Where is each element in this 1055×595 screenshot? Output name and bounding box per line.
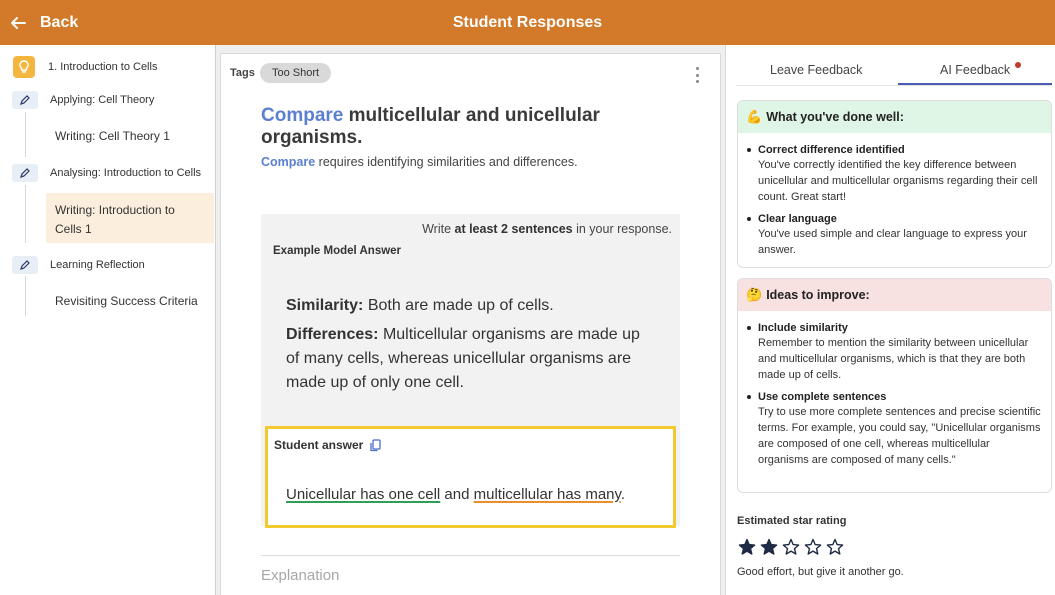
instruction: Write at least 2 sentences in your respo… <box>422 222 672 236</box>
sidebar-item-label: 1. Introduction to Cells <box>48 61 158 73</box>
sidebar-item-label: Writing: Introduction to <box>55 203 175 217</box>
student-answer-header: Student answer <box>274 438 382 452</box>
active-tab-indicator <box>898 83 1052 85</box>
example-answer-label: Example Model Answer <box>273 245 402 257</box>
command-text: requires identifying similarities and di… <box>318 155 578 169</box>
tree-rail <box>25 185 26 243</box>
list-item: Include similarity Remember to mention t… <box>746 321 1043 383</box>
response-panel: Tags Too Short Compare multicellular and… <box>216 45 725 595</box>
lightbulb-icon <box>13 56 35 78</box>
rating-label: Estimated star rating <box>737 515 847 527</box>
arrow-left-icon <box>11 16 26 29</box>
flexed-biceps-icon: 💪 <box>746 109 763 124</box>
sidebar-item-label: Applying: Cell Theory <box>50 94 155 106</box>
sidebar-item-label: Revisiting Success Criteria <box>55 294 198 308</box>
feedback-item-title: Use complete sentences <box>758 391 887 403</box>
pencil-icon <box>12 256 38 274</box>
tags-label: Tags <box>230 67 255 79</box>
list-item: Correct difference identified You've cor… <box>746 143 1043 205</box>
example-similarity: Similarity: Both are made up of cells. <box>286 294 656 318</box>
instruction-text: in your response. <box>576 222 672 236</box>
feedback-panel: Leave Feedback AI Feedback 💪 What you've… <box>725 45 1055 595</box>
sidebar: 1. Introduction to Cells Applying: Cell … <box>0 45 216 595</box>
feedback-item-text: Try to use more complete sentences and p… <box>758 406 1041 466</box>
sidebar-item-introduction-to-cells[interactable]: 1. Introduction to Cells <box>0 56 215 78</box>
example-differences: Differences: Multicellular organisms are… <box>286 323 656 395</box>
done-well-card: 💪 What you've done well: Correct differe… <box>737 100 1052 268</box>
page-title: Student Responses <box>452 13 603 31</box>
student-answer-text: Unicellular has one cell and multicellul… <box>286 486 625 503</box>
ideas-to-improve-list: Include similarity Remember to mention t… <box>738 311 1051 468</box>
back-button[interactable]: Back <box>10 0 78 45</box>
sidebar-item-label: Cells 1 <box>55 222 92 236</box>
list-item: Clear language You've used simple and cl… <box>746 212 1043 258</box>
star-empty-icon[interactable] <box>782 538 800 556</box>
star-filled-icon[interactable] <box>760 538 778 556</box>
sidebar-item-writing-cell-theory-1[interactable]: Writing: Cell Theory 1 <box>0 127 215 145</box>
ideas-to-improve-card: 🤔 Ideas to improve: Include similarity R… <box>737 278 1052 493</box>
answer-highlight-green[interactable]: Unicellular has one cell <box>286 486 440 503</box>
student-answer-label: Student answer <box>274 438 364 452</box>
command-keyword[interactable]: Compare <box>261 155 315 169</box>
more-options-icon[interactable] <box>694 67 700 83</box>
tab-leave-feedback[interactable]: Leave Feedback <box>770 63 862 77</box>
sidebar-item-analysing-introduction-to-cells[interactable]: Analysing: Introduction to Cells <box>0 164 215 182</box>
question-keyword: Compare <box>261 105 344 126</box>
command-term-hint: Compare requires identifying similaritie… <box>261 155 578 169</box>
question-title: Compare multicellular and unicellular or… <box>261 105 661 149</box>
back-label: Back <box>40 13 79 31</box>
similarity-label: Similarity: <box>286 297 364 314</box>
instruction-bold: at least 2 sentences <box>454 222 573 236</box>
answer-end: . <box>620 486 626 503</box>
copy-icon[interactable] <box>369 438 382 452</box>
rating-message: Good effort, but give it another go. <box>737 566 904 578</box>
ideas-to-improve-heading: Ideas to improve: <box>766 288 870 302</box>
notification-dot <box>1015 62 1021 68</box>
sidebar-item-writing-introduction-to-cells-1[interactable]: Writing: Introduction to Cells 1 <box>46 193 214 243</box>
done-well-list: Correct difference identified You've cor… <box>738 133 1051 258</box>
feedback-item-title: Include similarity <box>758 322 848 334</box>
thinking-face-icon: 🤔 <box>746 287 763 302</box>
sidebar-item-label: Analysing: Introduction to Cells <box>50 167 202 179</box>
answer-join: and <box>444 486 470 503</box>
done-well-header: 💪 What you've done well: <box>738 101 1051 133</box>
sidebar-item-learning-reflection[interactable]: Learning Reflection <box>0 256 215 274</box>
explanation-label: Explanation <box>261 567 340 584</box>
instruction-text: Write <box>422 222 452 236</box>
feedback-item-title: Clear language <box>758 213 837 225</box>
sidebar-item-label: Writing: Cell Theory 1 <box>55 129 170 143</box>
sidebar-item-revisiting-success-criteria[interactable]: Revisiting Success Criteria <box>0 292 215 310</box>
list-item: Use complete sentences Try to use more c… <box>746 390 1043 468</box>
star-empty-icon[interactable] <box>804 538 822 556</box>
done-well-heading: What you've done well: <box>766 110 904 124</box>
student-answer-box: Student answer Unicellular has one cell … <box>265 426 676 528</box>
feedback-item-text: You've used simple and clear language to… <box>758 228 1027 256</box>
tabs-divider <box>736 85 1052 86</box>
star-empty-icon[interactable] <box>826 538 844 556</box>
similarity-text: Both are made up of cells. <box>367 297 554 314</box>
pencil-icon <box>12 91 38 109</box>
divider <box>261 555 680 556</box>
ideas-to-improve-header: 🤔 Ideas to improve: <box>738 279 1051 311</box>
feedback-item-text: You've correctly identified the key diff… <box>758 159 1038 203</box>
star-rating[interactable] <box>738 538 844 556</box>
top-bar: Back Student Responses <box>0 0 1055 45</box>
sidebar-item-applying-cell-theory[interactable]: Applying: Cell Theory <box>0 91 215 109</box>
differences-label: Differences: <box>286 326 379 343</box>
tab-ai-feedback[interactable]: AI Feedback <box>940 63 1010 77</box>
sidebar-item-label: Learning Reflection <box>50 259 145 271</box>
response-card: Tags Too Short Compare multicellular and… <box>220 53 721 595</box>
tag-chip[interactable]: Too Short <box>260 63 332 83</box>
answer-highlight-orange[interactable]: multicellular has many <box>474 486 621 503</box>
feedback-item-title: Correct difference identified <box>758 144 905 156</box>
pencil-icon <box>12 164 38 182</box>
feedback-item-text: Remember to mention the similarity betwe… <box>758 337 1029 381</box>
star-filled-icon[interactable] <box>738 538 756 556</box>
